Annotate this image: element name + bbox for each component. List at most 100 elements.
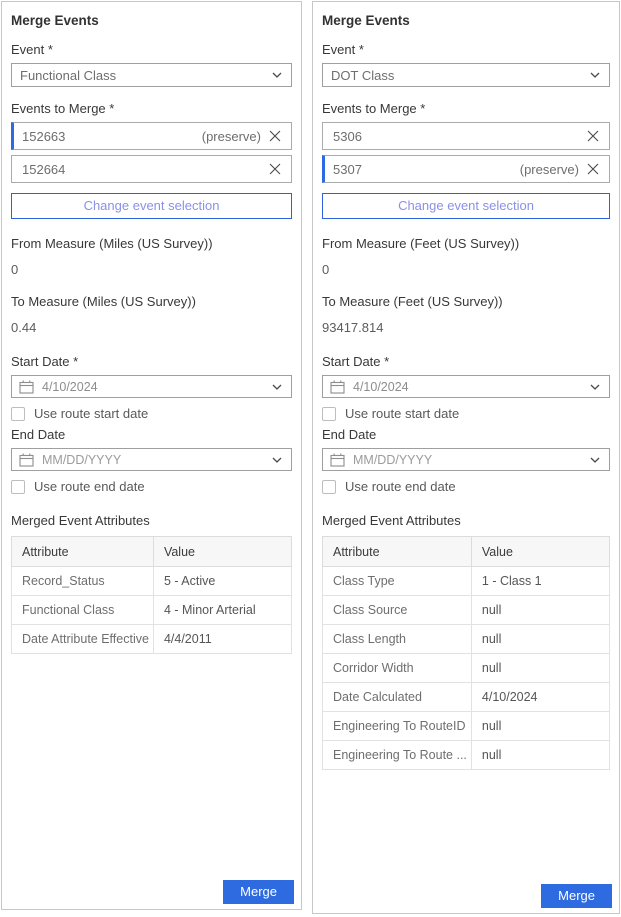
calendar-icon xyxy=(19,453,34,467)
event-id: 5307 xyxy=(333,162,520,177)
calendar-icon xyxy=(330,380,345,394)
end-date-label: End Date xyxy=(322,427,610,442)
event-to-merge-item[interactable]: 5306 xyxy=(322,122,610,150)
use-route-start-date-row: Use route start date xyxy=(11,406,292,421)
table-row: Date Attribute Effective 4/4/2011 xyxy=(12,625,292,654)
value-cell: 4/10/2024 xyxy=(471,683,609,712)
end-date-picker[interactable]: MM/DD/YYYY xyxy=(11,448,292,471)
event-to-merge-item[interactable]: 5307 (preserve) xyxy=(322,155,610,183)
event-label: Event * xyxy=(11,42,292,57)
value-cell: 4/4/2011 xyxy=(153,625,291,654)
attribute-cell: Record_Status xyxy=(12,567,154,596)
value-column-header: Value xyxy=(153,537,291,567)
attribute-cell: Class Source xyxy=(323,596,472,625)
use-route-end-date-checkbox[interactable] xyxy=(322,480,336,494)
merged-event-attributes-label: Merged Event Attributes xyxy=(322,513,610,528)
panel-title: Merge Events xyxy=(322,11,610,28)
use-route-start-date-label: Use route start date xyxy=(345,406,459,421)
to-measure-label: To Measure (Miles (US Survey)) xyxy=(11,294,292,309)
table-row: Date Calculated 4/10/2024 xyxy=(323,683,610,712)
merge-button[interactable]: Merge xyxy=(223,880,294,904)
event-id: 5306 xyxy=(333,129,579,144)
chevron-down-icon xyxy=(590,457,600,463)
merge-events-panel-dot-class: Merge Events Event * DOT Class Events to… xyxy=(312,1,620,914)
table-row: Class Source null xyxy=(323,596,610,625)
preserve-tag: (preserve) xyxy=(520,162,579,177)
change-event-selection-button[interactable]: Change event selection xyxy=(322,193,610,219)
attribute-cell: Date Attribute Effective xyxy=(12,625,154,654)
table-row: Record_Status 5 - Active xyxy=(12,567,292,596)
from-measure-label: From Measure (Miles (US Survey)) xyxy=(11,236,292,251)
value-cell: null xyxy=(471,654,609,683)
panel-title: Merge Events xyxy=(11,11,292,28)
end-date-placeholder: MM/DD/YYYY xyxy=(42,453,121,467)
chevron-down-icon xyxy=(590,72,600,78)
merge-button[interactable]: Merge xyxy=(541,884,612,908)
close-icon[interactable] xyxy=(587,163,599,175)
use-route-end-date-label: Use route end date xyxy=(34,479,145,494)
chevron-down-icon xyxy=(272,384,282,390)
table-row: Functional Class 4 - Minor Arterial xyxy=(12,596,292,625)
event-select-value: DOT Class xyxy=(331,68,394,83)
table-row: Engineering To Route ... null xyxy=(323,741,610,770)
attribute-cell: Class Length xyxy=(323,625,472,654)
attribute-cell: Date Calculated xyxy=(323,683,472,712)
start-date-value: 4/10/2024 xyxy=(353,380,409,394)
use-route-end-date-row: Use route end date xyxy=(322,479,610,494)
change-event-selection-button[interactable]: Change event selection xyxy=(11,193,292,219)
merged-event-attributes-label: Merged Event Attributes xyxy=(11,513,292,528)
attribute-cell: Engineering To Route ... xyxy=(323,741,472,770)
use-route-end-date-checkbox[interactable] xyxy=(11,480,25,494)
value-cell: null xyxy=(471,741,609,770)
start-date-picker[interactable]: 4/10/2024 xyxy=(11,375,292,398)
table-row: Engineering To RouteID null xyxy=(323,712,610,741)
event-id: 152663 xyxy=(22,129,202,144)
event-select[interactable]: DOT Class xyxy=(322,63,610,87)
start-date-value: 4/10/2024 xyxy=(42,380,98,394)
value-cell: null xyxy=(471,596,609,625)
attribute-cell: Functional Class xyxy=(12,596,154,625)
close-icon[interactable] xyxy=(269,163,281,175)
to-measure-value: 93417.814 xyxy=(322,320,610,335)
end-date-picker[interactable]: MM/DD/YYYY xyxy=(322,448,610,471)
event-to-merge-item[interactable]: 152664 xyxy=(11,155,292,183)
close-icon[interactable] xyxy=(269,130,281,142)
use-route-end-date-label: Use route end date xyxy=(345,479,456,494)
use-route-start-date-checkbox[interactable] xyxy=(11,407,25,421)
event-id: 152664 xyxy=(22,162,261,177)
merge-events-panel-functional-class: Merge Events Event * Functional Class Ev… xyxy=(1,1,302,910)
use-route-start-date-row: Use route start date xyxy=(322,406,610,421)
event-label: Event * xyxy=(322,42,610,57)
to-measure-value: 0.44 xyxy=(11,320,292,335)
event-to-merge-item[interactable]: 152663 (preserve) xyxy=(11,122,292,150)
calendar-icon xyxy=(19,380,34,394)
events-to-merge-label: Events to Merge * xyxy=(11,101,292,116)
close-icon[interactable] xyxy=(587,130,599,142)
events-to-merge-label: Events to Merge * xyxy=(322,101,610,116)
value-cell: null xyxy=(471,625,609,654)
chevron-down-icon xyxy=(272,457,282,463)
value-cell: 4 - Minor Arterial xyxy=(153,596,291,625)
attribute-cell: Engineering To RouteID xyxy=(323,712,472,741)
value-cell: 5 - Active xyxy=(153,567,291,596)
end-date-placeholder: MM/DD/YYYY xyxy=(353,453,432,467)
to-measure-label: To Measure (Feet (US Survey)) xyxy=(322,294,610,309)
preserve-tag: (preserve) xyxy=(202,129,261,144)
event-select[interactable]: Functional Class xyxy=(11,63,292,87)
table-row: Class Type 1 - Class 1 xyxy=(323,567,610,596)
merged-attributes-table: Attribute Value Class Type 1 - Class 1 C… xyxy=(322,536,610,770)
start-date-picker[interactable]: 4/10/2024 xyxy=(322,375,610,398)
chevron-down-icon xyxy=(590,384,600,390)
merged-attributes-table: Attribute Value Record_Status 5 - Active… xyxy=(11,536,292,654)
calendar-icon xyxy=(330,453,345,467)
table-row: Class Length null xyxy=(323,625,610,654)
start-date-label: Start Date * xyxy=(11,354,292,369)
from-measure-value: 0 xyxy=(322,262,610,277)
value-cell: null xyxy=(471,712,609,741)
use-route-start-date-label: Use route start date xyxy=(34,406,148,421)
use-route-start-date-checkbox[interactable] xyxy=(322,407,336,421)
use-route-end-date-row: Use route end date xyxy=(11,479,292,494)
table-row: Corridor Width null xyxy=(323,654,610,683)
merge-events-page: Merge Events Event * Functional Class Ev… xyxy=(0,0,621,917)
end-date-label: End Date xyxy=(11,427,292,442)
